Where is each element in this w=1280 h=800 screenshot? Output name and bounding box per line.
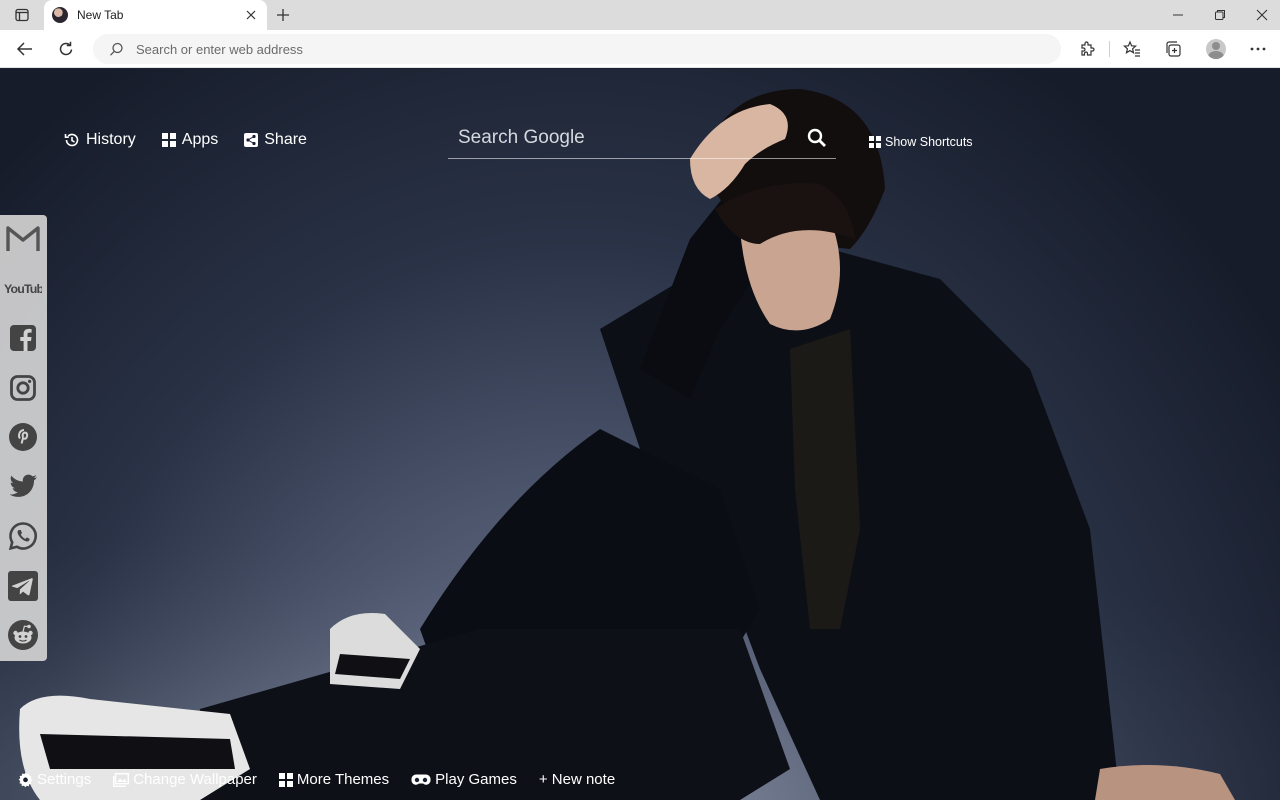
apps-grid-icon [161,133,176,147]
more-horizontal-icon [1250,47,1266,51]
browser-toolbar [0,30,1280,68]
minimize-button[interactable] [1166,4,1190,26]
reddit-icon [8,620,38,650]
avatar [1206,39,1226,59]
gamepad-icon [411,774,431,785]
telegram-link[interactable] [4,567,42,605]
whatsapp-link[interactable] [4,517,42,555]
address-input[interactable] [136,41,1036,57]
profile-button[interactable] [1202,35,1230,63]
close-icon [246,10,256,20]
new-tab-button[interactable] [272,4,294,26]
instagram-link[interactable] [4,369,42,407]
youtube-icon: YouTube [4,282,42,296]
google-search-input[interactable] [448,126,802,149]
tab-close-button[interactable] [243,7,259,23]
facebook-icon [10,325,36,351]
youtube-wordmark: YouTube [4,282,42,296]
back-button[interactable] [11,35,39,63]
pinterest-link[interactable] [4,418,42,456]
more-themes-label: More Themes [296,771,390,788]
facebook-link[interactable] [4,319,42,357]
restore-button[interactable] [1208,4,1232,26]
tab-title: New Tab [77,8,124,22]
change-wallpaper-link[interactable]: Change Wallpaper [113,771,257,788]
social-sidebar: YouTube [0,215,47,661]
top-links: History Apps Share [64,131,307,149]
refresh-button[interactable] [52,35,80,63]
telegram-icon [8,571,38,601]
history-label: History [86,131,136,148]
themes-grid-icon [278,772,293,787]
tab-actions-icon [15,8,29,22]
refresh-icon [59,41,73,56]
whatsapp-icon [9,522,37,550]
toolbar-separator [1109,41,1110,57]
twitter-link[interactable] [4,468,42,506]
play-games-link[interactable]: Play Games [411,771,517,788]
new-note-link[interactable]: + New note [539,771,615,788]
extensions-button[interactable] [1073,35,1101,63]
new-note-label: + New note [538,771,616,788]
favorites-star-icon [1123,40,1140,57]
tab-favicon-icon [52,7,68,23]
play-games-label: Play Games [435,771,517,788]
apps-link[interactable]: Apps [161,131,219,149]
settings-label: Settings [37,771,92,788]
history-link[interactable]: History [64,131,136,149]
collections-icon [1166,41,1181,57]
bottom-links: Settings Change Wallpaper More Themes Pl… [18,771,615,788]
tab-strip: New Tab [0,0,1280,30]
share-icon [244,133,259,147]
show-shortcuts-button[interactable]: Show Shortcuts [869,135,973,149]
collections-button[interactable] [1159,35,1187,63]
arrow-left-icon [16,42,32,56]
gmail-icon [6,226,40,251]
tab-actions-button[interactable] [8,5,36,25]
close-window-button[interactable] [1250,4,1274,26]
search-icon [110,42,123,56]
address-bar[interactable] [93,34,1061,64]
wallpaper-icon [113,772,130,787]
puzzle-icon [1081,41,1095,56]
minimize-icon [1173,14,1183,16]
show-shortcuts-label: Show Shortcuts [885,135,973,149]
plus-icon [277,9,289,21]
pinterest-icon [9,423,37,451]
settings-more-button[interactable] [1244,35,1272,63]
favorites-button[interactable] [1118,35,1146,63]
youtube-link[interactable]: YouTube [4,270,42,308]
share-link[interactable]: Share [244,131,307,149]
settings-link[interactable]: Settings [18,771,91,788]
change-wallpaper-label: Change Wallpaper [133,771,257,788]
search-button[interactable] [802,123,832,153]
wallpaper-image [0,89,1280,800]
google-search-box [448,117,836,159]
history-icon [64,133,79,147]
active-tab[interactable]: New Tab [44,0,267,30]
close-icon [1256,9,1268,21]
new-tab-page: History Apps Share Show Shortcuts YouTub… [0,69,1280,800]
share-label: Share [264,131,307,148]
gear-icon [18,772,33,787]
search-icon [807,128,826,147]
more-themes-link[interactable]: More Themes [278,771,390,788]
instagram-icon [10,375,36,401]
apps-label: Apps [181,131,219,148]
shortcuts-grid-icon [869,136,881,148]
restore-icon [1215,10,1225,20]
reddit-link[interactable] [4,616,42,654]
twitter-icon [9,474,37,497]
gmail-link[interactable] [4,220,42,258]
